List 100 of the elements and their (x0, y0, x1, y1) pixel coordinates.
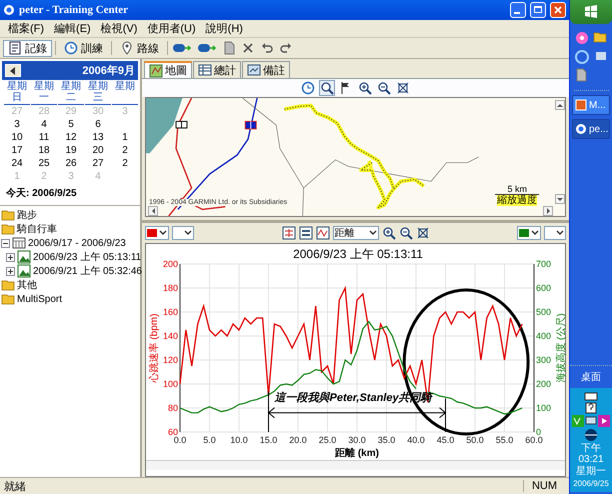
series-dropdown[interactable] (172, 226, 194, 240)
tree-item[interactable]: 2006/9/23 上午 05:13:11 (33, 250, 142, 264)
calendar-day[interactable]: 24 (4, 157, 30, 170)
calendar-day[interactable]: 17 (4, 144, 30, 157)
calendar-day[interactable]: 12 (58, 131, 84, 144)
expand-icon[interactable] (6, 252, 15, 262)
horizontal-scrollbar[interactable] (146, 460, 565, 470)
tree-item[interactable]: 2006/9/21 上午 05:32:46 (33, 264, 142, 278)
tick-label: 35.0 (378, 435, 396, 445)
tick-label: 80 (168, 403, 178, 413)
calendar-day[interactable]: 19 (58, 144, 84, 157)
calendar-day[interactable]: 20 (85, 144, 111, 157)
calendar-day[interactable]: 10 (4, 131, 30, 144)
menu-item[interactable]: 編輯(E) (50, 21, 95, 36)
document-icon[interactable] (222, 41, 236, 55)
globe-icon[interactable] (584, 428, 598, 442)
start-button[interactable] (570, 0, 612, 24)
scroll-down-button[interactable] (555, 194, 565, 204)
tick-label: 100 (162, 379, 178, 389)
calendar-day[interactable]: 11 (31, 131, 57, 144)
calendar-day[interactable]: 26 (58, 157, 84, 170)
clock-text: 星期一 (576, 466, 606, 477)
scroll-left-button[interactable] (148, 206, 158, 216)
scroll-right-button[interactable] (543, 206, 553, 216)
toolbar-button[interactable]: 訓練 (59, 40, 108, 56)
scroll-up-button[interactable] (555, 100, 565, 110)
x-axis-dropdown[interactable]: 距離 (332, 226, 378, 240)
activity-icon (17, 264, 31, 278)
color-dropdown[interactable] (145, 226, 169, 240)
taskbar-button[interactable]: pe... (572, 119, 610, 139)
device-receive-icon[interactable] (197, 41, 217, 55)
redo-icon[interactable] (279, 41, 293, 55)
menu-item[interactable]: 說明(H) (202, 21, 247, 36)
caret-icon (531, 229, 539, 237)
calendar-day[interactable]: 18 (31, 144, 57, 157)
zoom-out-icon[interactable] (398, 226, 412, 240)
keyboard-icon[interactable] (584, 391, 598, 401)
device-send-icon[interactable] (172, 41, 192, 55)
previous-month-button[interactable] (5, 64, 21, 77)
tree-item[interactable]: MultiSport (17, 294, 62, 304)
pin-icon (120, 41, 134, 55)
tick-label: 55.0 (496, 435, 514, 445)
folder-icon (1, 292, 15, 306)
menu-item[interactable]: 檔案(F) (4, 21, 48, 36)
weekday-label: 星期日 (4, 81, 30, 105)
calendar-day[interactable]: 2 (112, 157, 138, 170)
close-button[interactable] (550, 2, 566, 18)
undo-icon[interactable] (260, 41, 274, 55)
fit-icon[interactable] (416, 226, 430, 240)
fit-icon[interactable] (396, 81, 410, 95)
clock-text: 下午 03:21 (577, 443, 605, 465)
menu-item[interactable]: 使用者(U) (143, 21, 200, 36)
help-icon[interactable] (585, 402, 597, 414)
tick-label: 180 (162, 283, 178, 293)
grid-lines-icon[interactable] (282, 226, 296, 240)
color-dropdown[interactable] (517, 226, 541, 240)
menu-item[interactable]: 檢視(V) (96, 21, 142, 36)
calendar-day[interactable]: 13 (85, 131, 111, 144)
minimize-button[interactable] (510, 2, 526, 18)
clock-icon[interactable] (301, 81, 315, 95)
calendar-day[interactable]: 6 (85, 118, 111, 131)
wave-icon[interactable] (316, 226, 330, 240)
toolbar-button[interactable]: 記錄 (3, 40, 52, 56)
caret-icon (184, 229, 192, 237)
tick-label: 50.0 (466, 435, 484, 445)
zoom-in-icon[interactable] (358, 81, 372, 95)
tree-item[interactable]: 跑步 (17, 208, 37, 222)
tab[interactable]: 備註 (242, 61, 290, 78)
calendar-day[interactable]: 4 (31, 118, 57, 131)
computer-icon[interactable] (585, 415, 597, 427)
calendar-day[interactable]: 3 (4, 118, 30, 131)
bars-icon[interactable] (298, 226, 312, 240)
delete-icon[interactable] (241, 41, 255, 55)
calendar-day[interactable]: 25 (31, 157, 57, 170)
toolbar-button[interactable]: 路線 (115, 40, 164, 56)
tree-item[interactable]: 2006/9/17 - 2006/9/23 (28, 238, 126, 248)
notebook-icon (8, 41, 22, 55)
tick-label: 15.0 (260, 435, 278, 445)
tree-item[interactable]: 騎自行車 (17, 222, 57, 236)
media-icon[interactable] (598, 415, 610, 427)
collapse-icon[interactable] (1, 238, 10, 248)
taskbar-button[interactable]: M... (572, 95, 610, 115)
document-icon[interactable] (574, 68, 590, 84)
series-dropdown[interactable] (544, 226, 566, 240)
tick-label: 10.0 (230, 435, 248, 445)
tab[interactable]: 地圖 (144, 61, 192, 78)
calendar-day[interactable]: 2 (112, 144, 138, 157)
disc-icon[interactable] (574, 30, 590, 46)
search-icon[interactable] (320, 81, 334, 95)
tree-item[interactable]: 其他 (17, 278, 37, 292)
tab[interactable]: 總計 (193, 61, 241, 78)
calendar-day[interactable]: 1 (112, 131, 138, 144)
maximize-button[interactable] (530, 2, 546, 18)
calendar-day[interactable]: 27 (85, 157, 111, 170)
calendar-day[interactable]: 5 (58, 118, 84, 131)
left-arrow-icon (9, 66, 17, 74)
expand-icon[interactable] (6, 266, 15, 276)
browser-icon[interactable] (574, 49, 590, 65)
zoom-out-icon[interactable] (377, 81, 391, 95)
zoom-in-icon[interactable] (382, 226, 396, 240)
